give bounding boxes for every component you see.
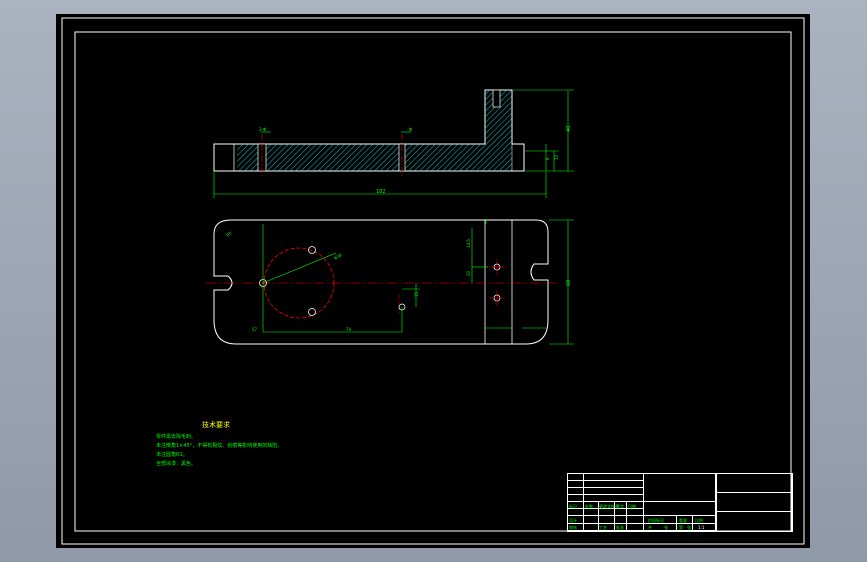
tb-label-mark: 标记 [569, 504, 577, 509]
tb-label-review: 审核 [569, 525, 577, 530]
dim-small-b: 20 [466, 270, 471, 276]
dim-width-total: 60 [566, 280, 572, 286]
notes-title: 技术要求 [202, 421, 230, 429]
title-block-right [716, 474, 793, 531]
section-view: 182 40 12 8 2-Φ Φ [213, 89, 574, 198]
plan-dims [262, 219, 574, 345]
slot-right [530, 263, 548, 281]
tb-label-weight: 重量 [679, 518, 687, 523]
tb-label-scale: 比例 [695, 518, 703, 523]
dim-top-left-hole: 2-Φ [259, 127, 266, 132]
dim-height-a: 12 [554, 154, 559, 160]
note-line-2: 未注倒角1×45°，不得有裂纹、划痕等影响使用的缺陷。 [156, 443, 283, 449]
dim-overall-length: 182 [376, 189, 386, 195]
cad-viewport[interactable]: 182 40 12 8 2-Φ Φ R8 Φ38 57 74 15 60 14.… [56, 14, 810, 548]
title-block-grid: 标记 处数 更改文件号 签字 日期 设计 审核 工艺 批准 阶段标记 重量 比例… [568, 474, 716, 531]
tb-label-date: 日期 [628, 504, 636, 509]
tb-label-sign: 签字 [616, 504, 624, 509]
dim-height-total: 40 [566, 126, 572, 132]
dim-mid-span: 74 [346, 327, 352, 332]
tb-label-stage: 阶段标记 [648, 518, 664, 523]
tb-label-design: 设计 [569, 518, 577, 523]
boss-slot [492, 89, 501, 108]
dim-small-a: 14.5 [466, 239, 471, 248]
tb-label-count: 处数 [585, 504, 593, 509]
title-block: 标记 处数 更改文件号 签字 日期 设计 审核 工艺 批准 阶段标记 重量 比例… [567, 473, 793, 532]
tb-scale-value: 1:1 [698, 525, 705, 530]
dim-top-mid-hole: Φ [409, 127, 412, 132]
tb-label-approve: 批准 [616, 525, 624, 530]
tb-label-process: 工艺 [599, 525, 607, 530]
tb-sheet-total: 共 [648, 525, 652, 530]
note-line-1: 零件需去除毛刺。 [156, 434, 197, 440]
tb-sheet-total-unit: 张 [664, 525, 668, 530]
plan-view: R8 Φ38 57 74 15 60 14.5 20 [206, 219, 574, 345]
hole-pcd-bottom [308, 308, 316, 316]
note-line-4: 全部涂漆：黑色。 [156, 461, 197, 467]
dim-radius-corner: R8 [225, 230, 233, 238]
dim-left-offset: 57 [252, 327, 258, 332]
technical-requirements: 技术要求 零件需去除毛刺。 未注倒角1×45°，不得有裂纹、划痕等影响使用的缺陷… [156, 421, 416, 469]
section-hatch-main [237, 144, 485, 171]
tb-sheet-index-unit: 张 [687, 525, 691, 530]
dim-hole-offset: 15 [414, 291, 419, 297]
tb-sheet-index: 第 [679, 525, 683, 530]
note-line-3: 未注圆角R1。 [156, 452, 188, 458]
